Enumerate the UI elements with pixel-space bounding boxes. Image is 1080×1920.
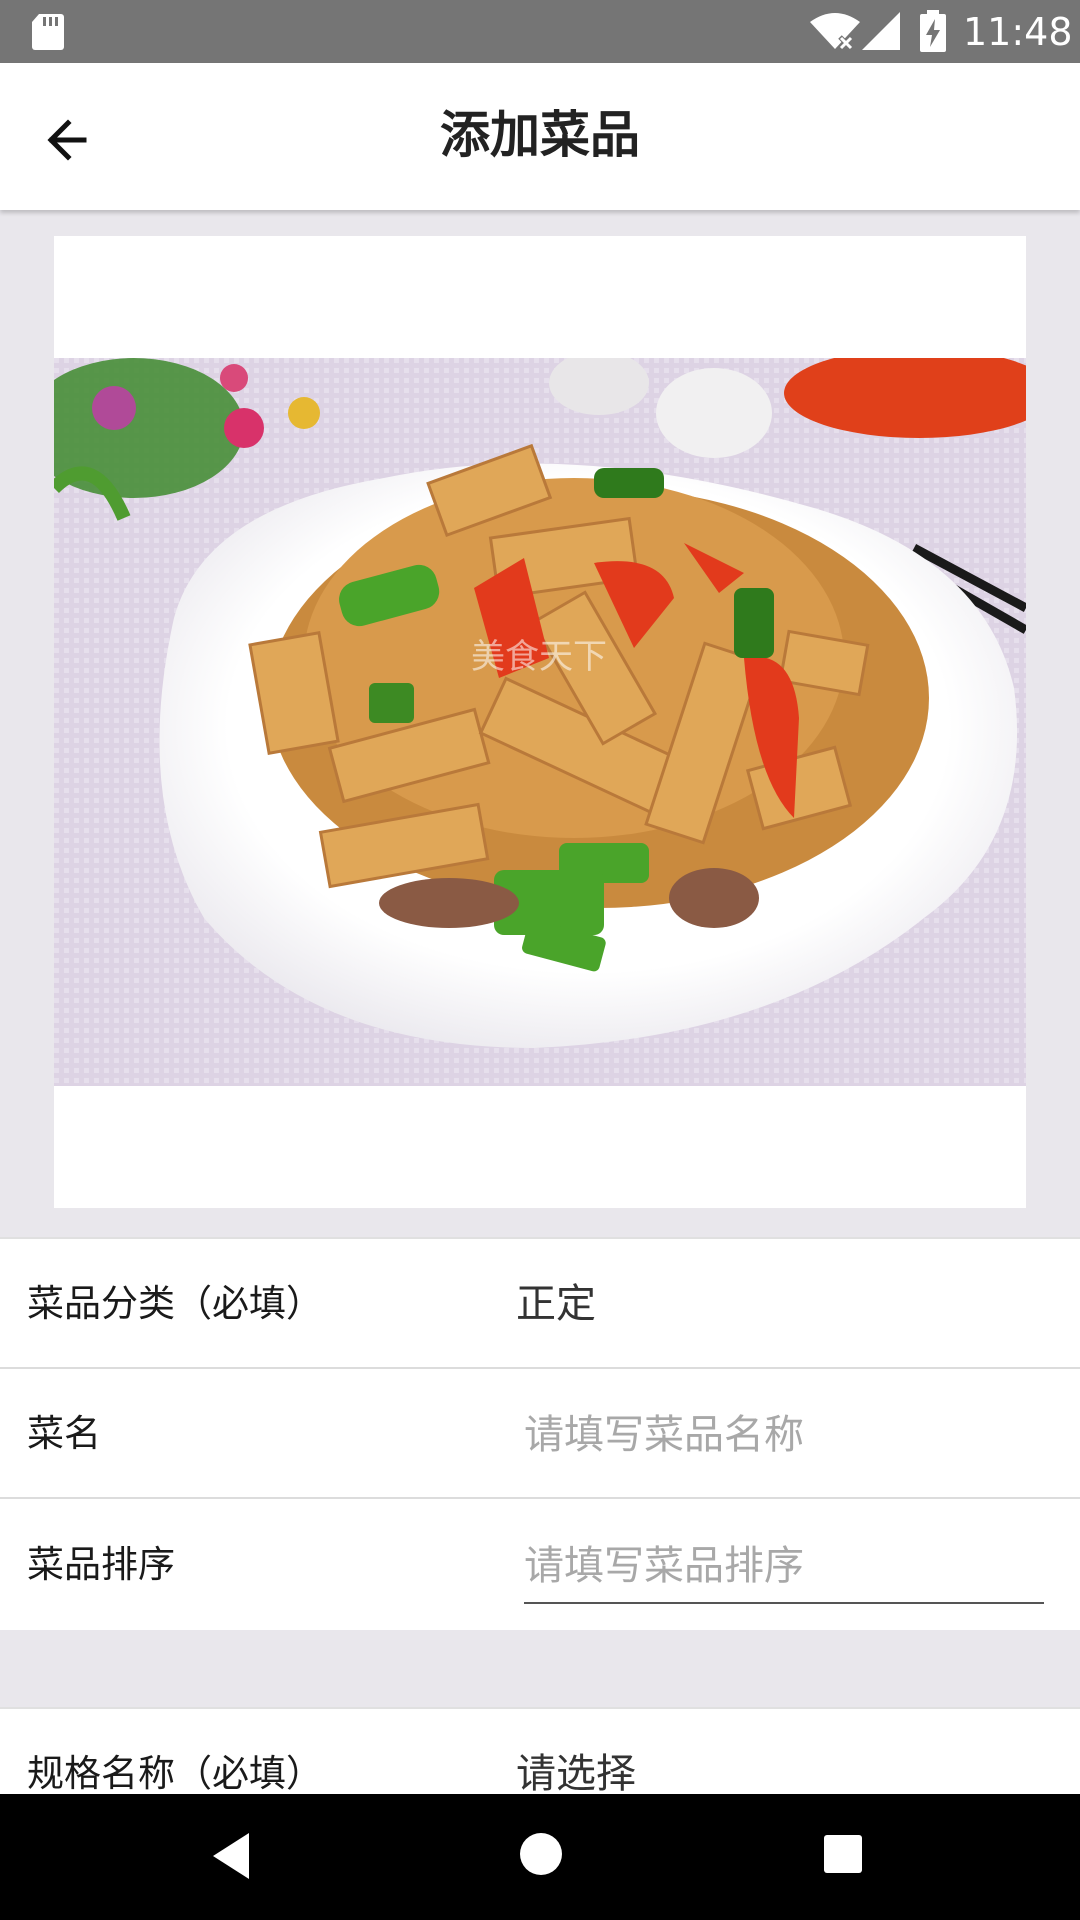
photo-watermark: 美食天下	[471, 637, 607, 677]
dish-sort-row: 菜品排序	[0, 1500, 1080, 1630]
category-value[interactable]: 正定	[516, 1277, 596, 1331]
dish-name-input[interactable]	[524, 1399, 1044, 1471]
dish-photo[interactable]: 美食天下	[54, 358, 1026, 1086]
system-nav-bar	[0, 1794, 1080, 1920]
dish-name-label: 菜名	[27, 1412, 101, 1455]
divider	[0, 1497, 1080, 1499]
category-row[interactable]: 菜品分类（必填） 正定	[0, 1239, 1080, 1369]
status-time: 11:48	[963, 10, 1073, 54]
page-title: 添加菜品	[440, 106, 640, 164]
nav-recents-icon[interactable]	[823, 1834, 863, 1874]
category-label: 菜品分类（必填）	[27, 1282, 323, 1325]
cell-signal-icon	[862, 12, 900, 50]
wifi-icon	[810, 13, 860, 50]
nav-home-icon[interactable]	[518, 1831, 564, 1877]
dish-form: 菜品分类（必填） 正定 菜名 菜品排序	[0, 1237, 1080, 1630]
dish-sort-label: 菜品排序	[27, 1543, 175, 1586]
dish-name-row: 菜名	[0, 1369, 1080, 1499]
nav-back-icon[interactable]	[209, 1831, 253, 1881]
status-bar: 11:48	[0, 0, 1080, 63]
app-bar: 添加菜品	[0, 63, 1080, 210]
dish-sort-input[interactable]	[524, 1530, 1044, 1604]
spec-name-label: 规格名称（必填）	[27, 1752, 323, 1795]
battery-charging-icon	[920, 10, 946, 52]
sd-card-icon	[32, 14, 64, 50]
spec-name-value[interactable]: 请选择	[516, 1747, 636, 1801]
